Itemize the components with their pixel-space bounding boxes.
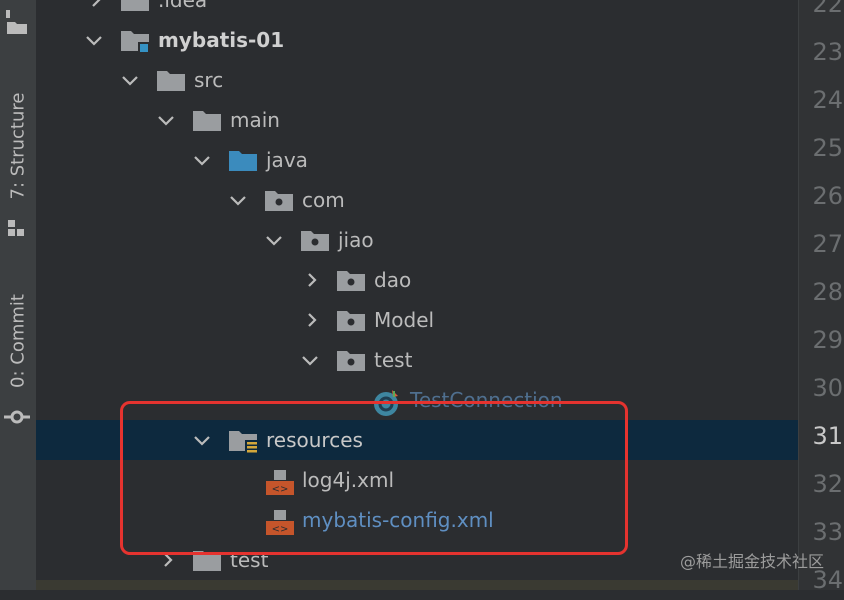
- tree-item-label: src: [194, 68, 224, 92]
- commit-icon: [4, 404, 30, 434]
- module-folder-icon: [120, 28, 150, 53]
- line-number-gutter: 22 23 24 25 26 27 28 29 30 31 32 33 34: [798, 0, 844, 594]
- line-number: 32: [812, 470, 843, 498]
- chevron-right-icon[interactable]: [86, 0, 106, 10]
- commit-tab[interactable]: 0: Commit: [8, 294, 29, 388]
- line-number: 25: [812, 134, 843, 162]
- source-folder-icon: [228, 148, 258, 172]
- tree-item-label: jiao: [338, 228, 374, 252]
- next-tree-row: [36, 580, 798, 590]
- line-number: 30: [812, 374, 843, 402]
- tree-item-src[interactable]: src: [36, 60, 798, 100]
- tool-window-sidebar: 7: Structure 0: Commit: [0, 0, 37, 590]
- folder-icon: [192, 108, 222, 132]
- line-number: 22: [812, 0, 843, 18]
- tree-item-idea[interactable]: .idea: [36, 0, 798, 20]
- watermark: @稀土掘金技术社区: [679, 552, 824, 571]
- chevron-down-icon[interactable]: [192, 150, 212, 170]
- folder-icon: [156, 68, 186, 92]
- tree-item-com[interactable]: com: [36, 180, 798, 220]
- tree-item-label: java: [266, 148, 308, 172]
- chevron-down-icon[interactable]: [84, 30, 104, 50]
- folder-icon: [120, 0, 150, 12]
- tree-item-label: com: [302, 188, 345, 212]
- tree-item-label: .idea: [158, 0, 208, 12]
- tree-item-test-package[interactable]: test: [36, 340, 798, 380]
- chevron-down-icon[interactable]: [300, 350, 320, 370]
- tree-item-model[interactable]: Model: [36, 300, 798, 340]
- current-line-number: 31: [812, 422, 843, 450]
- line-number: 33: [812, 518, 843, 546]
- package-icon: [336, 308, 366, 332]
- tree-item-label: test: [374, 348, 413, 372]
- chevron-right-icon[interactable]: [302, 270, 322, 290]
- highlight-box: [120, 401, 628, 555]
- package-icon: [336, 268, 366, 292]
- tree-item-dao[interactable]: dao: [36, 260, 798, 300]
- project-folder-icon[interactable]: [4, 8, 30, 40]
- package-icon: [264, 188, 294, 212]
- structure-icon: [4, 216, 30, 246]
- line-number: 29: [812, 326, 843, 354]
- line-number: 26: [812, 182, 843, 210]
- tree-item-mybatis-01[interactable]: mybatis-01: [36, 20, 798, 60]
- line-number: 27: [812, 230, 843, 258]
- line-number: 24: [812, 86, 843, 114]
- tree-item-java[interactable]: java: [36, 140, 798, 180]
- tree-item-label: mybatis-01: [158, 28, 285, 52]
- tree-item-label: main: [230, 108, 280, 132]
- chevron-down-icon[interactable]: [264, 230, 284, 250]
- line-number: 23: [812, 38, 843, 66]
- chevron-down-icon[interactable]: [228, 190, 248, 210]
- structure-tab[interactable]: 7: Structure: [8, 93, 29, 200]
- tree-item-main[interactable]: main: [36, 100, 798, 140]
- package-icon: [336, 348, 366, 372]
- package-icon: [300, 228, 330, 252]
- chevron-down-icon[interactable]: [156, 110, 176, 130]
- tree-item-label: dao: [374, 268, 412, 292]
- tree-item-label: Model: [374, 308, 435, 332]
- tree-item-jiao[interactable]: jiao: [36, 220, 798, 260]
- line-number: 28: [812, 278, 843, 306]
- chevron-down-icon[interactable]: [120, 70, 140, 90]
- chevron-right-icon[interactable]: [302, 310, 322, 330]
